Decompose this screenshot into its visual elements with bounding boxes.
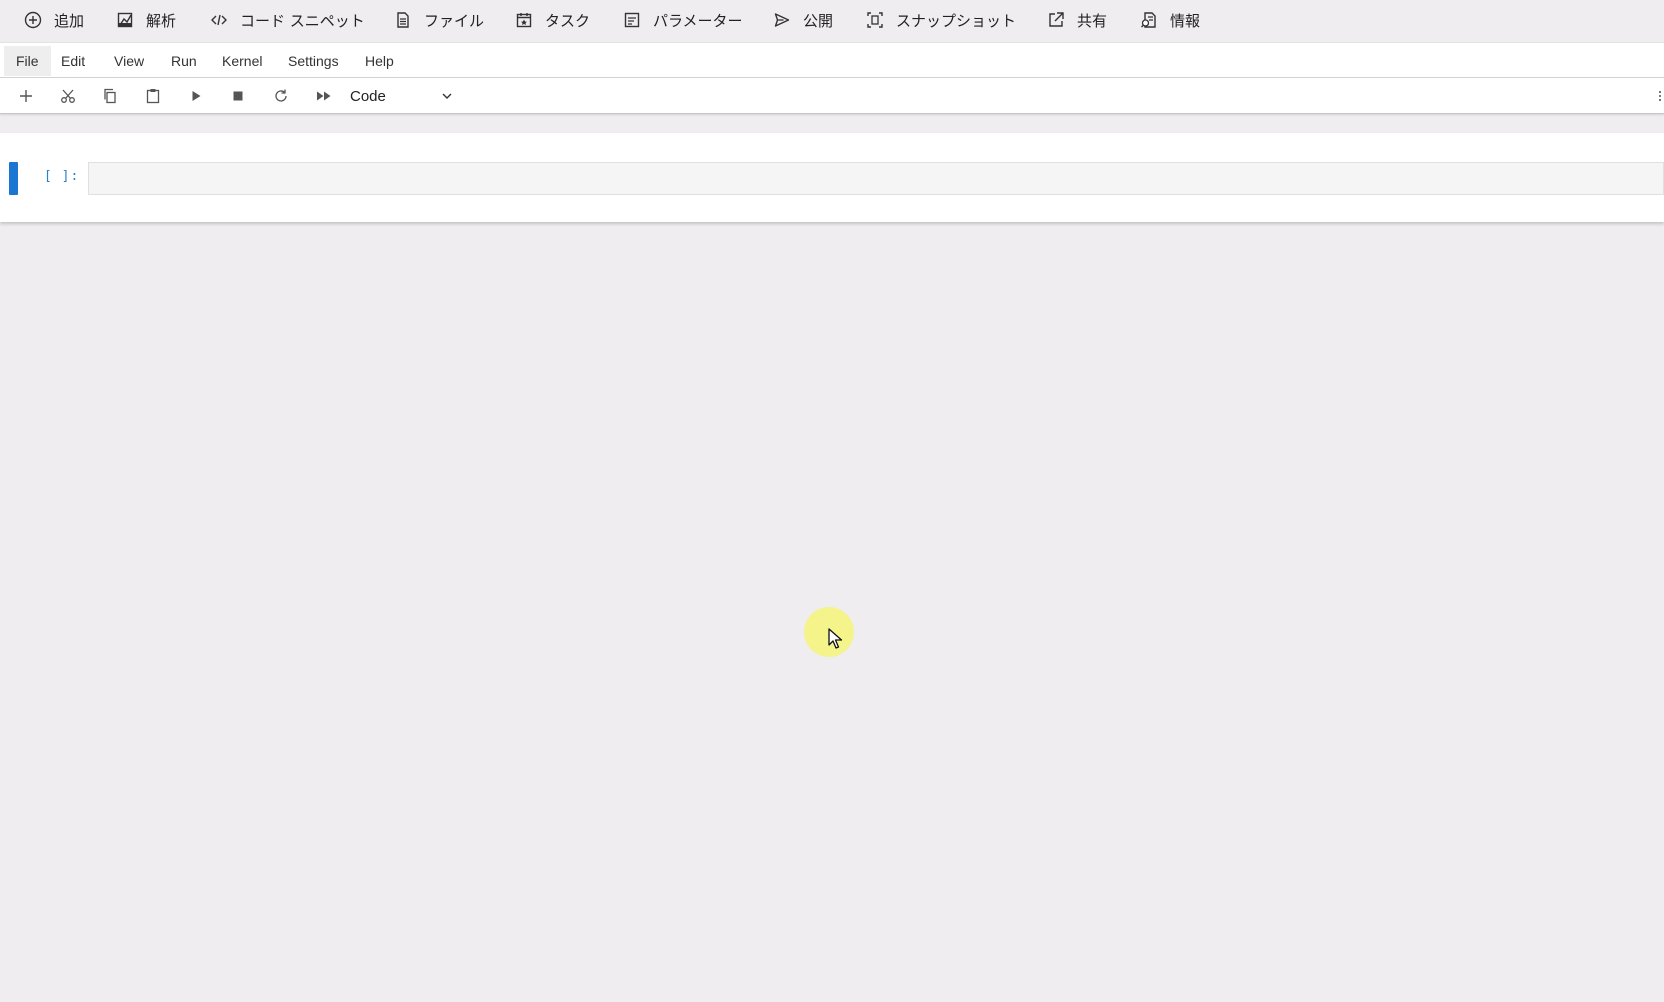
analysis-icon <box>117 12 133 28</box>
menu-file[interactable]: File <box>4 46 51 76</box>
menu-run[interactable]: Run <box>171 46 197 76</box>
notebook-toolbar: Code <box>0 78 1664 114</box>
code-snippet-button[interactable]: コード スニペット <box>210 8 365 32</box>
add-circle-icon <box>24 11 42 29</box>
file-button[interactable]: ファイル <box>394 8 484 32</box>
restart-kernel-button[interactable] <box>271 86 291 106</box>
paste-icon <box>146 89 160 104</box>
code-cell-editor[interactable] <box>88 162 1664 195</box>
parameters-label: パラメーター <box>653 11 743 30</box>
publish-label: 公開 <box>803 11 834 30</box>
calendar-task-icon <box>516 13 532 28</box>
restart-icon <box>275 89 287 102</box>
code-icon <box>211 14 227 26</box>
cell-type-select[interactable]: Code <box>350 84 454 108</box>
cell-execution-prompt: [ ]: <box>44 169 80 184</box>
menu-edit[interactable]: Edit <box>61 46 85 76</box>
task-label: タスク <box>545 11 591 30</box>
run-cell-button[interactable] <box>186 86 206 106</box>
analysis-button[interactable]: 解析 <box>116 8 176 32</box>
parameters-icon <box>624 12 640 28</box>
toolbar-overflow-handle[interactable] <box>1659 91 1664 101</box>
run-icon <box>192 91 201 101</box>
share-label: 共有 <box>1077 11 1108 30</box>
interrupt-kernel-button[interactable] <box>228 86 248 106</box>
publish-button[interactable]: 公開 <box>773 8 833 32</box>
fast-forward-icon <box>317 91 331 101</box>
add-button[interactable]: 追加 <box>24 8 84 32</box>
scissors-icon <box>61 89 75 103</box>
insert-cell-button[interactable] <box>16 86 36 106</box>
info-label: 情報 <box>1170 11 1201 30</box>
menu-help[interactable]: Help <box>365 46 394 76</box>
snapshot-button[interactable]: スナップショット <box>866 8 1016 32</box>
share-button[interactable]: 共有 <box>1047 8 1107 32</box>
send-icon <box>774 13 790 27</box>
stop-icon <box>233 91 243 101</box>
task-button[interactable]: タスク <box>515 8 590 32</box>
share-icon <box>1049 12 1064 27</box>
restart-run-all-button[interactable] <box>314 86 334 106</box>
menu-kernel[interactable]: Kernel <box>222 46 262 76</box>
info-document-icon <box>1141 12 1156 28</box>
copy-icon <box>104 88 116 104</box>
top-action-bar: 追加 解析 コード スニペット ファイル タスク パラメーター 公開 スナップシ… <box>0 0 1664 42</box>
notebook-panel: [ ]: <box>0 133 1664 222</box>
add-label: 追加 <box>54 11 85 30</box>
menu-settings[interactable]: Settings <box>288 46 339 76</box>
copy-cell-button[interactable] <box>100 86 120 106</box>
mouse-pointer-icon <box>828 628 843 649</box>
info-button[interactable]: 情報 <box>1140 8 1200 32</box>
code-snippet-label: コード スニペット <box>240 11 365 30</box>
paste-cell-button[interactable] <box>143 86 163 106</box>
file-icon <box>397 12 409 28</box>
plus-icon <box>20 90 32 102</box>
snapshot-icon <box>867 12 883 28</box>
snapshot-label: スナップショット <box>896 11 1017 30</box>
parameters-button[interactable]: パラメーター <box>623 8 743 32</box>
analysis-label: 解析 <box>146 11 177 30</box>
cell-collapser[interactable] <box>9 162 18 195</box>
file-label: ファイル <box>424 11 485 30</box>
menu-bar: File Edit View Run Kernel Settings Help <box>0 42 1664 78</box>
menu-view[interactable]: View <box>114 46 144 76</box>
chevron-down-icon <box>442 93 452 99</box>
cut-cell-button[interactable] <box>58 86 78 106</box>
cell-type-value: Code <box>350 87 386 105</box>
